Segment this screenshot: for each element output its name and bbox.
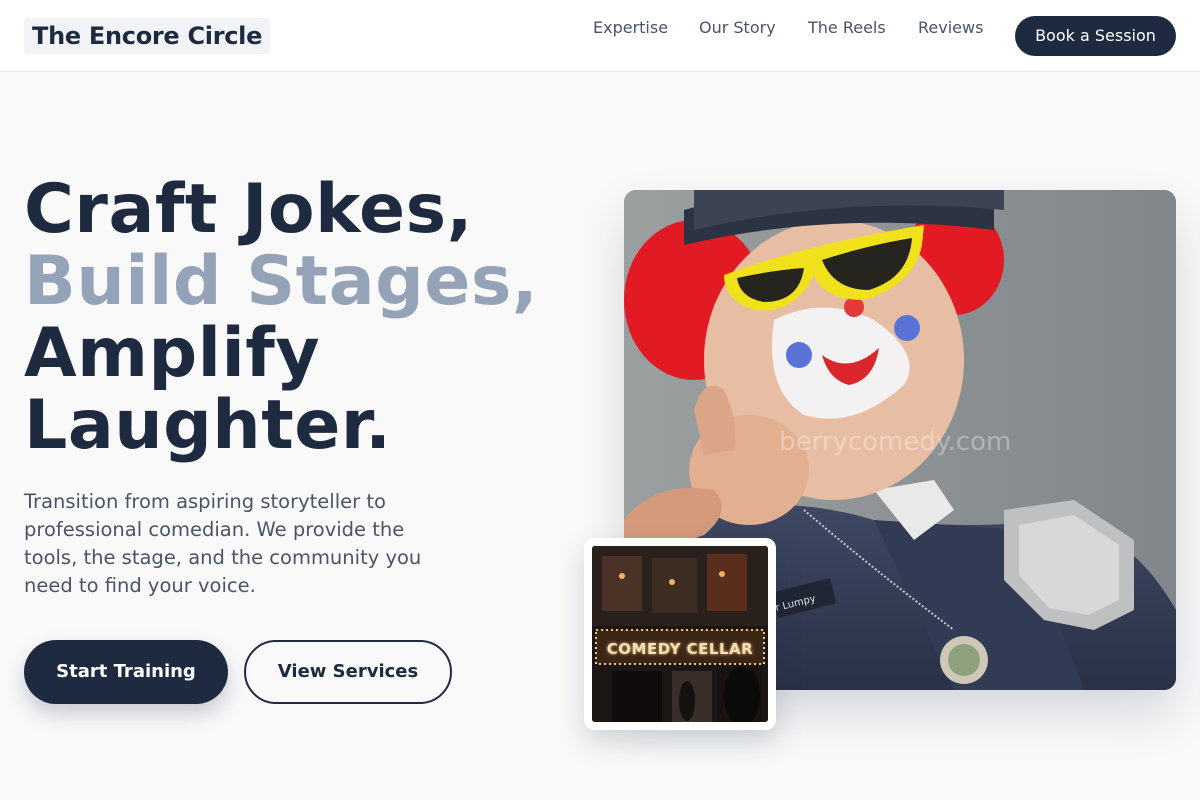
image-watermark: berrycomedy.com [779, 427, 1012, 457]
nav-link-expertise[interactable]: Expertise [593, 18, 668, 38]
hero-title-line: Laughter. [24, 386, 392, 465]
nav-link-the-reels[interactable]: The Reels [808, 18, 886, 38]
inset-club-image: COMEDY CELLAR [592, 546, 768, 722]
club-sign-text: COMEDY CELLAR [606, 640, 754, 658]
view-services-button[interactable]: View Services [244, 640, 452, 704]
nav-link-our-story[interactable]: Our Story [699, 18, 776, 38]
start-training-button[interactable]: Start Training [24, 640, 228, 704]
hero-title: Craft Jokes, Build Stages, Amplify Laugh… [24, 174, 594, 462]
inset-image-card: COMEDY CELLAR [584, 538, 776, 730]
nav-link-reviews[interactable]: Reviews [918, 18, 983, 38]
book-session-button[interactable]: Book a Session [1015, 16, 1176, 56]
hero-subtitle: Transition from aspiring storyteller to … [24, 490, 422, 597]
brand-logo[interactable]: The Encore Circle [24, 18, 271, 54]
hero-title-line: Amplify [24, 314, 321, 393]
hero-title-accent-line: Build Stages, [24, 242, 539, 321]
hero-title-line: Craft Jokes, [24, 170, 473, 249]
site-header: The Encore Circle Expertise Our Story Th… [0, 0, 1200, 72]
